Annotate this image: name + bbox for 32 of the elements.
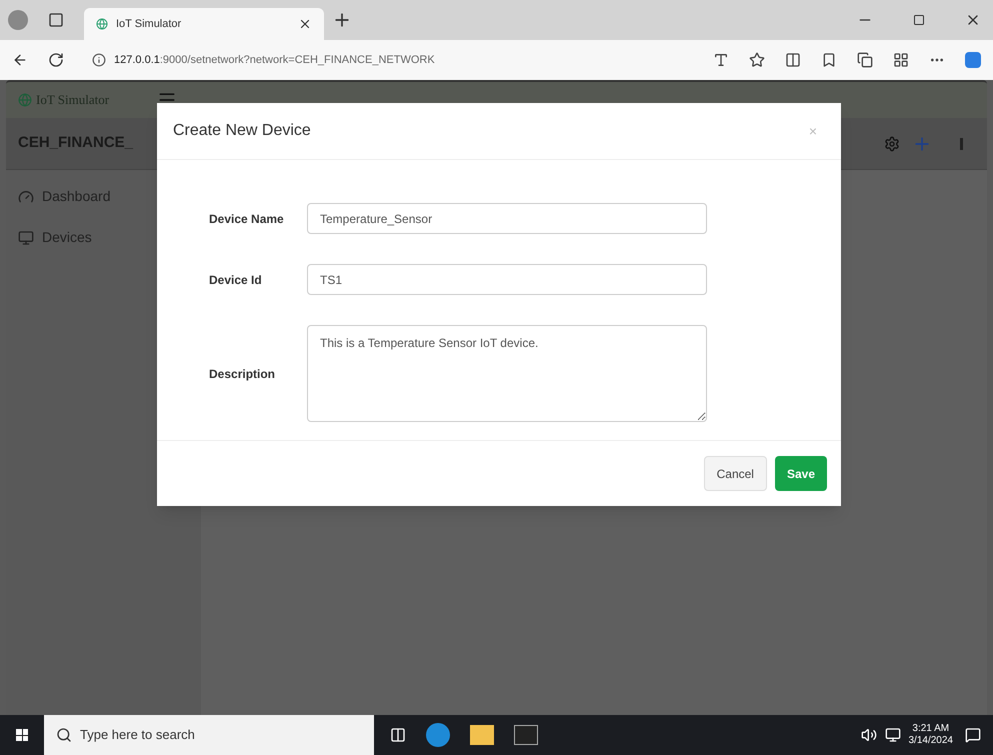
field-label: Device Name xyxy=(208,210,285,228)
description-field[interactable]: This is a Temperature Sensor IoT device. xyxy=(307,325,707,422)
gauge-icon xyxy=(18,188,34,204)
clock-date[interactable]: 3/14/2024 xyxy=(908,735,953,748)
task-view-icon[interactable] xyxy=(390,727,406,743)
search-icon xyxy=(56,727,72,743)
text-field[interactable]: Temperature_Sensor xyxy=(307,203,707,234)
volume-icon[interactable] xyxy=(860,727,876,743)
cancel-button[interactable]: Cancel xyxy=(704,456,767,491)
close-tab-icon[interactable] xyxy=(298,17,312,31)
collections-icon[interactable] xyxy=(857,52,873,68)
taskbar-search[interactable]: Type here to search xyxy=(44,715,374,755)
text-field[interactable]: TS1 xyxy=(307,264,707,295)
back-icon[interactable] xyxy=(12,52,28,68)
notifications-icon[interactable] xyxy=(965,727,981,743)
extensions-icon[interactable] xyxy=(893,52,909,68)
globe-icon xyxy=(96,18,108,30)
split-screen-icon[interactable] xyxy=(785,52,801,68)
network-icon[interactable] xyxy=(884,727,900,743)
favorites-icon[interactable] xyxy=(821,52,837,68)
favorite-icon[interactable] xyxy=(749,52,765,68)
info-icon xyxy=(92,53,106,67)
browser-tab[interactable]: IoT Simulator xyxy=(84,8,324,40)
field-label: Device Id xyxy=(208,272,263,288)
clock-time[interactable]: 3:21 AM xyxy=(912,722,950,735)
monitor-icon xyxy=(18,230,34,246)
tab-actions-icon[interactable] xyxy=(48,12,64,28)
field-label: Description xyxy=(208,366,276,382)
reload-icon[interactable] xyxy=(48,52,64,68)
globe-icon xyxy=(18,93,32,107)
modal-title: Create New Device xyxy=(173,121,312,141)
maximize-icon[interactable] xyxy=(913,14,925,26)
